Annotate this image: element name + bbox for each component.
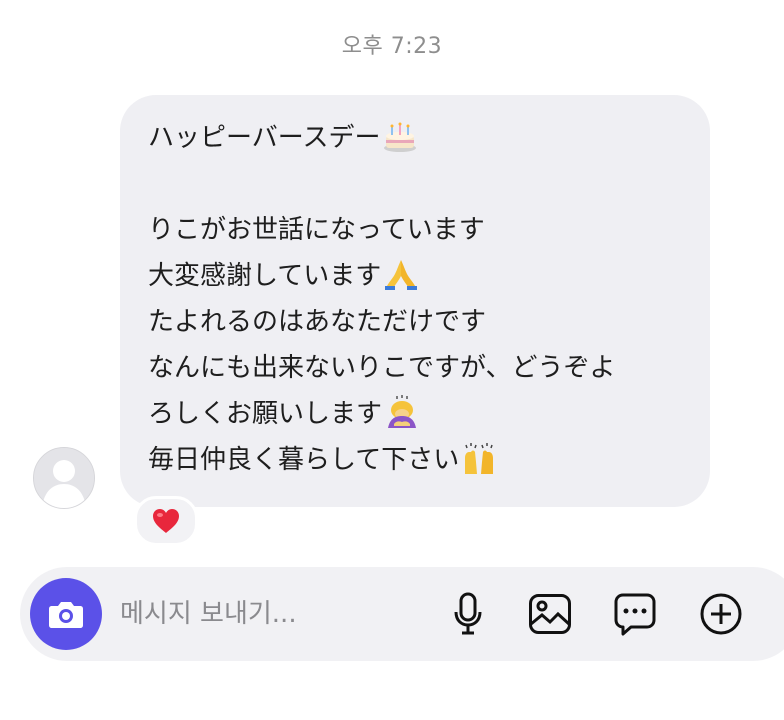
message-line: りこがお世話になっています	[148, 215, 485, 245]
camera-icon	[49, 602, 83, 628]
message-line-text: ハッピーバースデー	[148, 123, 381, 153]
message-bubble[interactable]: ハッピーバースデー りこがお世話になっています 大変感謝しています たよれるのは…	[120, 95, 710, 507]
message-line: 大変感謝しています	[148, 253, 690, 299]
gallery-icon	[529, 594, 571, 634]
red-heart-icon	[153, 509, 179, 533]
message-timestamp: 오후 7:23	[341, 34, 443, 59]
message-line: なんにも出来ないりこですが、どうぞよ	[148, 353, 616, 383]
message-line-text: 毎日仲良く暮らして下さい	[148, 445, 460, 475]
gallery-button[interactable]	[526, 590, 574, 638]
camera-button[interactable]	[30, 578, 102, 650]
message-line: ろしくお願いします	[148, 391, 690, 437]
message-line: 毎日仲良く暮らして下さい	[148, 437, 690, 483]
message-composer	[20, 567, 784, 661]
person-bowing-icon	[384, 394, 420, 430]
reaction-badge[interactable]	[134, 496, 198, 546]
message-line-text: ろしくお願いします	[148, 399, 383, 429]
birthday-cake-icon	[382, 118, 418, 154]
folded-hands-icon	[383, 256, 419, 292]
microphone-icon	[454, 592, 482, 635]
sticker-icon	[614, 593, 656, 636]
sender-avatar[interactable]	[33, 447, 95, 509]
default-avatar-icon	[34, 448, 94, 508]
message-input[interactable]	[120, 591, 420, 637]
plus-button[interactable]	[697, 590, 745, 638]
raising-hands-icon	[461, 440, 497, 476]
plus-icon	[700, 593, 742, 635]
message-line: たよれるのはあなただけです	[148, 307, 487, 337]
message-line-text: 大変感謝しています	[148, 261, 382, 291]
microphone-button[interactable]	[444, 590, 492, 638]
message-line: ハッピーバースデー	[148, 115, 690, 161]
sticker-button[interactable]	[611, 590, 659, 638]
